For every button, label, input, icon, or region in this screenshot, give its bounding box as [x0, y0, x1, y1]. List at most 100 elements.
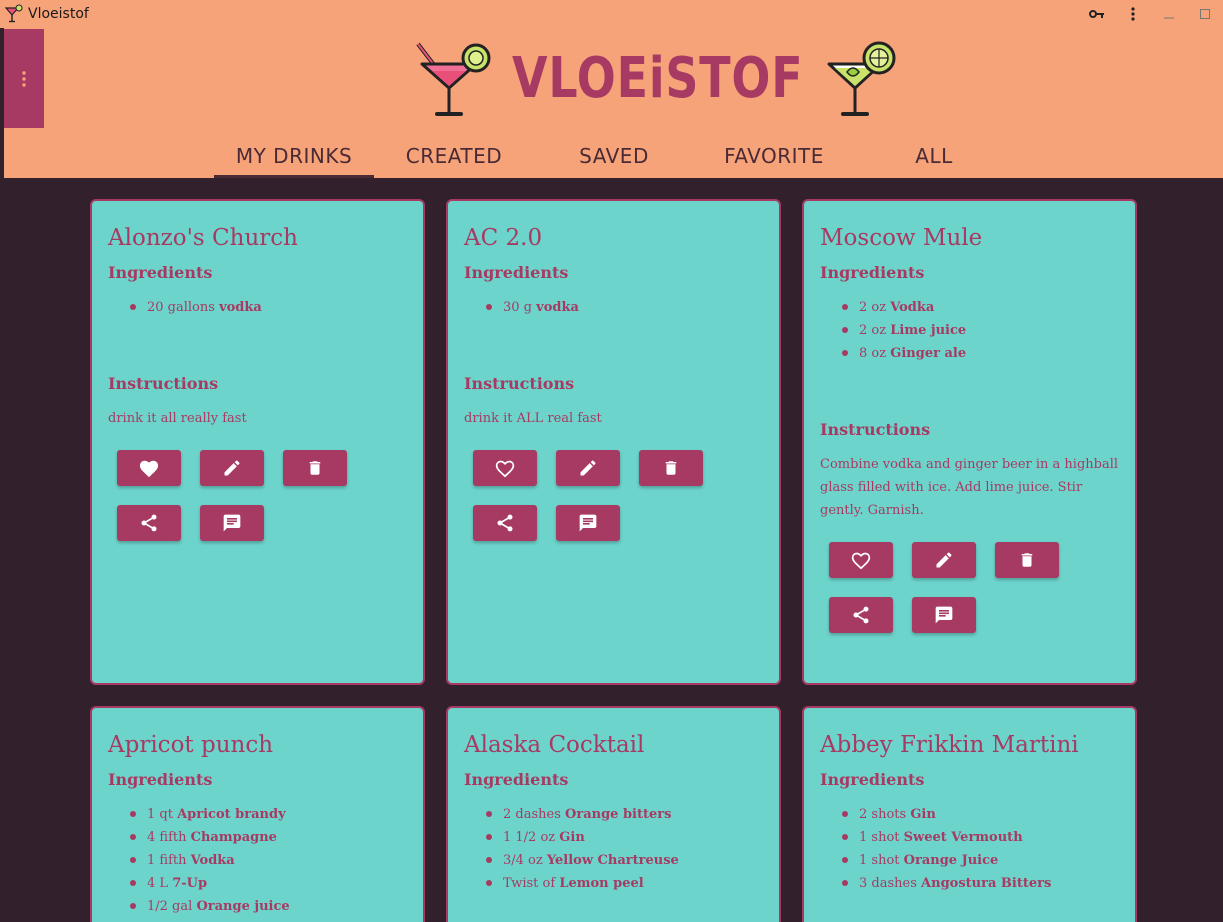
tab-my-drinks[interactable]: MY DRINKS [214, 136, 374, 178]
window-menu-button[interactable] [1115, 0, 1151, 28]
list-item: 1 fifth Vodka [130, 849, 407, 872]
ingredients-heading: Ingredients [108, 770, 213, 789]
list-item: 1 1/2 oz Gin [486, 826, 763, 849]
comment-icon [223, 514, 241, 532]
minimize-icon [1164, 17, 1174, 19]
maximize-icon [1200, 9, 1210, 19]
cocktail-green-icon [827, 41, 896, 116]
instructions-text: drink it all really fast [108, 411, 247, 426]
list-item: 2 dashes Orange bitters [486, 803, 763, 826]
delete-button[interactable] [639, 450, 703, 486]
drink-card: Moscow Mule Ingredients 2 oz Vodka 2 oz … [802, 199, 1137, 685]
trash-icon [665, 461, 677, 475]
delete-button[interactable] [283, 450, 347, 486]
instructions-heading: Instructions [464, 374, 575, 393]
delete-button[interactable] [995, 542, 1059, 578]
drink-card: Alonzo's Church Ingredients 20 gallons v… [90, 199, 425, 685]
card-actions [473, 450, 733, 560]
trash-icon [1021, 553, 1033, 567]
edit-button[interactable] [556, 450, 620, 486]
tab-all[interactable]: ALL [854, 136, 1014, 178]
key-button[interactable] [1079, 0, 1115, 28]
list-item: 4 L 7-Up [130, 872, 407, 895]
list-item: 30 g vodka [486, 296, 763, 319]
ingredients-list: 2 oz Vodka 2 oz Lime juice 8 oz Ginger a… [820, 296, 1119, 365]
heart-filled-icon [139, 460, 159, 478]
logo: VLOEiSTOF [414, 36, 901, 120]
ingredients-heading: Ingredients [108, 263, 213, 282]
side-menu-button[interactable] [4, 29, 44, 128]
list-item: 20 gallons vodka [130, 296, 407, 319]
list-item: 4 fifth Champagne [130, 826, 407, 849]
app-header: VLOEiSTOF MY DRINKS CREATED SAVED FAVORI… [4, 28, 1223, 178]
ingredients-list: 2 shots Gin 1 shot Sweet Vermouth 1 shot… [820, 803, 1119, 895]
favorite-button[interactable] [117, 450, 181, 486]
ingredients-heading: Ingredients [464, 263, 569, 282]
pencil-icon [224, 460, 240, 476]
more-vert-icon [22, 70, 26, 87]
drink-title: Abbey Frikkin Martini [820, 732, 1079, 758]
pencil-icon [936, 552, 952, 568]
heart-outline-icon [851, 552, 871, 570]
list-item: 3 dashes Angostura Bitters [842, 872, 1119, 895]
edit-button[interactable] [200, 450, 264, 486]
list-item: 2 oz Lime juice [842, 319, 1119, 342]
drink-card: Abbey Frikkin Martini Ingredients 2 shot… [802, 706, 1137, 922]
instructions-text: Combine vodka and ginger beer in a highb… [820, 457, 1119, 518]
comment-button[interactable] [912, 597, 976, 633]
more-vert-icon [1131, 7, 1135, 21]
pencil-icon [580, 460, 596, 476]
list-item: 3/4 oz Yellow Chartreuse [486, 849, 763, 872]
tab-bar: MY DRINKS CREATED SAVED FAVORITE ALL [214, 136, 1014, 178]
cocktail-pink-icon [416, 42, 491, 116]
drink-title: AC 2.0 [464, 225, 543, 251]
drink-card: AC 2.0 Ingredients 30 g vodka Instructio… [446, 199, 781, 685]
list-item: 8 oz Ginger ale [842, 342, 1119, 365]
card-actions [829, 542, 1089, 652]
favorite-button[interactable] [829, 542, 893, 578]
instructions-heading: Instructions [820, 420, 931, 439]
ingredients-list: 1 qt Apricot brandy 4 fifth Champagne 1 … [108, 803, 407, 918]
list-item: 1 qt Apricot brandy [130, 803, 407, 826]
list-item: Twist of Lemon peel [486, 872, 763, 895]
share-button[interactable] [829, 597, 893, 633]
share-button[interactable] [473, 505, 537, 541]
heart-outline-icon [495, 460, 515, 478]
share-icon [497, 514, 513, 532]
app-cocktail-icon [4, 4, 23, 23]
ingredients-list: 2 dashes Orange bitters 1 1/2 oz Gin 3/4… [464, 803, 763, 895]
maximize-button[interactable] [1187, 0, 1223, 28]
window-title: Vloeistof [28, 6, 89, 22]
list-item: 1 shot Orange Juice [842, 849, 1119, 872]
tab-created[interactable]: CREATED [374, 136, 534, 178]
drink-title: Alaska Cocktail [464, 732, 645, 758]
share-button[interactable] [117, 505, 181, 541]
share-icon [141, 514, 157, 532]
trash-icon [309, 461, 321, 475]
minimize-button[interactable] [1151, 0, 1187, 28]
ingredients-list: 30 g vodka [464, 296, 763, 319]
tab-favorite[interactable]: FAVORITE [694, 136, 854, 178]
list-item: 2 oz Vodka [842, 296, 1119, 319]
drink-card: Alaska Cocktail Ingredients 2 dashes Ora… [446, 706, 781, 922]
comment-button[interactable] [556, 505, 620, 541]
ingredients-heading: Ingredients [820, 263, 925, 282]
favorite-button[interactable] [473, 450, 537, 486]
comment-icon [579, 514, 597, 532]
list-item: 1 shot Sweet Vermouth [842, 826, 1119, 849]
ingredients-list: 20 gallons vodka [108, 296, 407, 319]
ingredients-heading: Ingredients [820, 770, 925, 789]
instructions-text: drink it ALL real fast [464, 411, 602, 426]
drink-title: Alonzo's Church [108, 225, 298, 251]
edit-button[interactable] [912, 542, 976, 578]
comment-button[interactable] [200, 505, 264, 541]
window-titlebar: Vloeistof [0, 0, 1223, 28]
key-icon [1089, 10, 1104, 18]
tab-saved[interactable]: SAVED [534, 136, 694, 178]
card-actions [117, 450, 377, 560]
drink-title: Apricot punch [108, 732, 274, 758]
drink-card: Apricot punch Ingredients 1 qt Apricot b… [90, 706, 425, 922]
instructions-heading: Instructions [108, 374, 219, 393]
ingredients-heading: Ingredients [464, 770, 569, 789]
comment-icon [935, 606, 953, 624]
